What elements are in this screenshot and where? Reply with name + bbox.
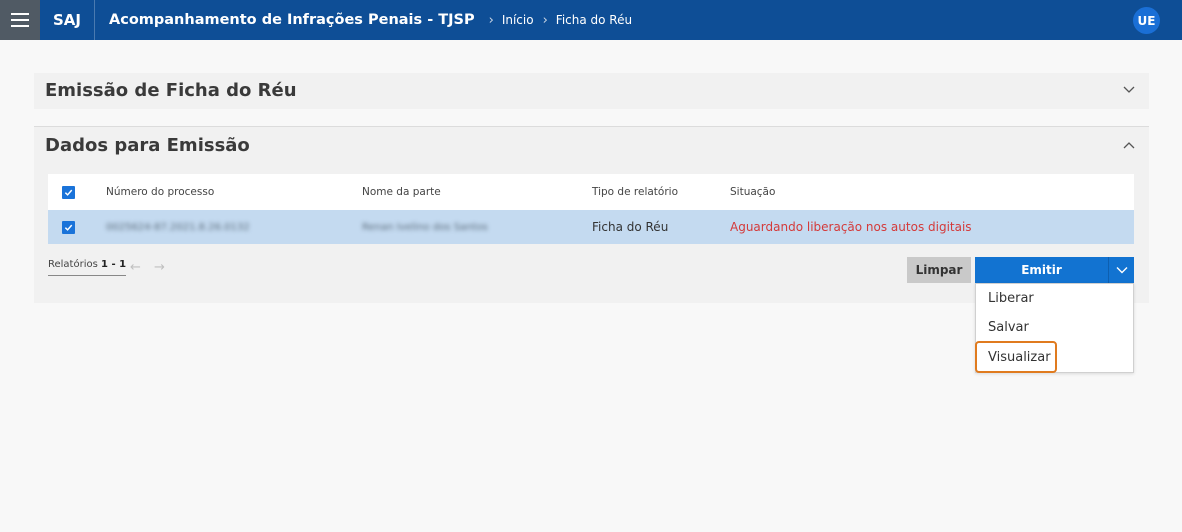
pagination-info: Relatórios 1 - 1 bbox=[48, 259, 127, 276]
emitir-button[interactable]: Emitir bbox=[975, 257, 1108, 283]
table-row[interactable]: 0025624-87.2021.8.26.0132 Renan Ivelino … bbox=[48, 210, 1134, 244]
check-icon bbox=[64, 189, 73, 196]
visualizar-highlight-box bbox=[975, 341, 1057, 373]
row-checkbox[interactable] bbox=[62, 220, 75, 234]
column-header-situacao[interactable]: Situação bbox=[730, 186, 775, 198]
panel-emissao-ficha[interactable]: Emissão de Ficha do Réu bbox=[34, 73, 1149, 109]
breadcrumb-ficha-do-reu: Ficha do Réu bbox=[555, 13, 633, 27]
arrow-left-icon[interactable]: ← bbox=[130, 260, 141, 275]
pagination-range: 1 - 1 bbox=[101, 259, 127, 270]
chevron-down-icon[interactable] bbox=[1123, 83, 1135, 95]
cell-nome-parte: Renan Ivelino dos Santos bbox=[362, 221, 488, 233]
emitir-dropdown-toggle[interactable] bbox=[1108, 257, 1134, 283]
panel-title-dados: Dados para Emissão bbox=[45, 135, 250, 156]
select-all-checkbox[interactable] bbox=[62, 185, 75, 199]
table-header: Número do processo Nome da parte Tipo de… bbox=[48, 174, 1134, 210]
user-avatar[interactable]: UE bbox=[1133, 7, 1160, 34]
cell-tipo-relatorio: Ficha do Réu bbox=[592, 220, 669, 234]
pagination-label: Relatórios bbox=[48, 259, 98, 270]
panel-title-emissao: Emissão de Ficha do Réu bbox=[45, 80, 297, 101]
reports-table: Número do processo Nome da parte Tipo de… bbox=[48, 174, 1134, 244]
cell-situacao: Aguardando liberação nos autos digitais bbox=[730, 220, 972, 234]
top-bar: SAJ Acompanhamento de Infrações Penais -… bbox=[0, 0, 1182, 40]
menu-item-salvar[interactable]: Salvar bbox=[988, 320, 1029, 335]
chevron-down-icon bbox=[1116, 267, 1127, 274]
cell-numero-processo: 0025624-87.2021.8.26.0132 bbox=[106, 221, 250, 233]
menu-item-liberar[interactable]: Liberar bbox=[988, 291, 1034, 306]
hamburger-menu-icon[interactable] bbox=[0, 0, 40, 40]
chevron-right-icon: › bbox=[488, 12, 494, 28]
column-header-nome[interactable]: Nome da parte bbox=[362, 186, 441, 198]
column-header-numero[interactable]: Número do processo bbox=[106, 186, 214, 198]
column-header-tipo[interactable]: Tipo de relatório bbox=[592, 186, 678, 198]
check-icon bbox=[64, 224, 73, 231]
arrow-right-icon[interactable]: → bbox=[154, 260, 165, 275]
limpar-button[interactable]: Limpar bbox=[907, 257, 971, 283]
app-title: Acompanhamento de Infrações Penais - TJS… bbox=[109, 12, 475, 28]
brand-logo[interactable]: SAJ bbox=[40, 0, 95, 40]
chevron-up-icon[interactable] bbox=[1123, 140, 1135, 152]
breadcrumb-inicio[interactable]: Início bbox=[502, 13, 534, 27]
chevron-right-icon: › bbox=[542, 12, 548, 28]
